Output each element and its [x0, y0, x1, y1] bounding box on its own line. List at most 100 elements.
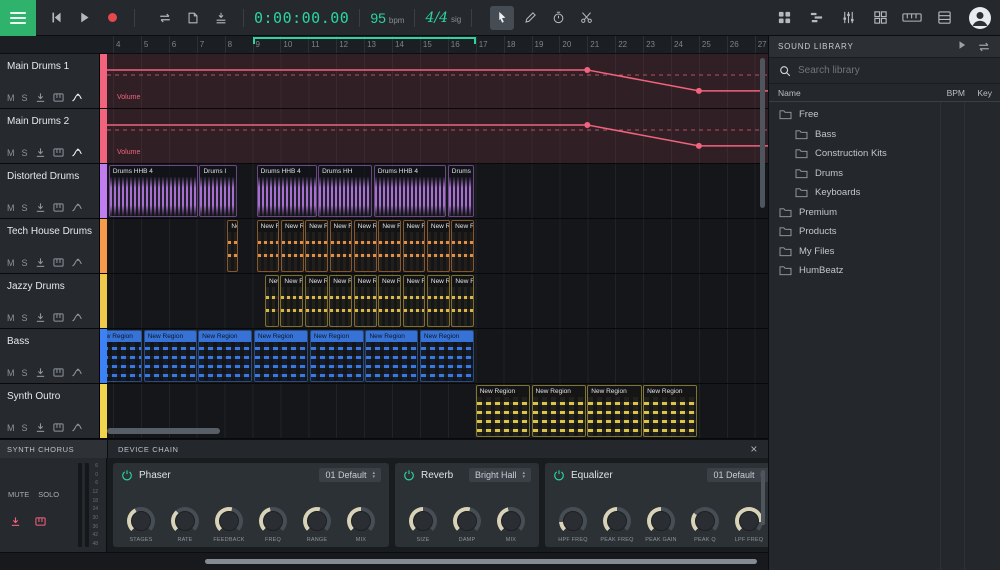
preset-select[interactable]: Bright Hall▴▾	[469, 468, 531, 482]
track-download-icon[interactable]	[35, 367, 46, 378]
library-play-small-icon[interactable]	[957, 40, 967, 54]
track-automation-icon[interactable]	[71, 312, 83, 323]
clip[interactable]: New Re	[257, 220, 280, 272]
automation-region[interactable]	[107, 54, 768, 108]
knob-peak-q[interactable]	[691, 507, 719, 535]
knob-rate[interactable]	[171, 507, 199, 535]
clip[interactable]: New Re	[427, 275, 450, 327]
clip[interactable]: New Re	[403, 275, 426, 327]
clip[interactable]: New Re	[329, 275, 352, 327]
loop-region[interactable]	[253, 37, 476, 39]
clip[interactable]: New Re	[427, 220, 450, 272]
track-header[interactable]: Synth OutroMS	[0, 384, 100, 438]
clip[interactable]: New Re	[330, 220, 353, 272]
clip[interactable]: Drums I	[199, 165, 237, 217]
horizontal-scrollbar-thumb[interactable]	[107, 428, 220, 434]
track-solo-button[interactable]: S	[22, 423, 28, 433]
preset-select[interactable]: 01 Default▴▾	[319, 468, 381, 482]
knob-stages[interactable]	[127, 507, 155, 535]
cycle-button[interactable]	[153, 6, 177, 30]
knob-feedback[interactable]	[215, 507, 243, 535]
track-download-icon[interactable]	[35, 92, 46, 103]
clip[interactable]: Drums HHB 4	[257, 165, 317, 217]
track-mute-button[interactable]: M	[7, 203, 15, 213]
track-automation-icon[interactable]	[71, 147, 83, 158]
track-solo-button[interactable]: S	[22, 148, 28, 158]
library-folder[interactable]: Construction Kits	[769, 144, 1000, 164]
knob-range[interactable]	[303, 507, 331, 535]
track-solo-button[interactable]: S	[22, 368, 28, 378]
mute-button[interactable]: MUTE	[8, 490, 29, 499]
library-cycle-icon[interactable]	[977, 40, 991, 54]
library-folder[interactable]: Products	[769, 222, 1000, 242]
clip[interactable]: New Re	[403, 220, 426, 272]
channel-download-icon[interactable]	[10, 516, 21, 527]
track-automation-icon[interactable]	[71, 257, 83, 268]
track-solo-button[interactable]: S	[22, 313, 28, 323]
clip[interactable]: New Region	[310, 330, 364, 382]
track-automation-icon[interactable]	[71, 92, 83, 103]
clip[interactable]: New Region	[532, 385, 586, 437]
menu-button[interactable]	[0, 0, 36, 36]
keyboard-button[interactable]	[900, 6, 924, 30]
track-mute-button[interactable]: M	[7, 423, 15, 433]
clip[interactable]: New Region	[476, 385, 530, 437]
track-mute-button[interactable]: M	[7, 148, 15, 158]
knob-lpf-freq[interactable]	[735, 507, 763, 535]
clip[interactable]: New Region	[365, 330, 418, 382]
knob-damp[interactable]	[453, 507, 481, 535]
track-piano-icon[interactable]	[53, 312, 64, 323]
track-lane[interactable]: NeNew ReNew ReNew ReNew ReNew ReNew ReNe…	[107, 219, 768, 273]
track-mute-button[interactable]: M	[7, 258, 15, 268]
modules-grid-button[interactable]	[868, 6, 892, 30]
track-lane[interactable]: Volume	[107, 54, 768, 108]
clip[interactable]: New Region	[254, 330, 308, 382]
track-download-icon[interactable]	[35, 312, 46, 323]
note-edit-button[interactable]	[181, 6, 205, 30]
clip[interactable]: Ne	[227, 220, 238, 272]
track-piano-icon[interactable]	[53, 367, 64, 378]
account-avatar[interactable]	[968, 6, 992, 30]
track-download-icon[interactable]	[35, 147, 46, 158]
library-folder[interactable]: Premium	[769, 203, 1000, 223]
clip[interactable]: New Re	[378, 275, 401, 327]
knob-freq[interactable]	[259, 507, 287, 535]
track-header[interactable]: Distorted DrumsMS	[0, 164, 100, 218]
search-input[interactable]	[798, 65, 990, 76]
track-automation-icon[interactable]	[71, 202, 83, 213]
clip[interactable]: New	[265, 275, 279, 327]
device-power-icon[interactable]	[553, 469, 565, 481]
clip[interactable]: New Re	[305, 220, 328, 272]
track-header[interactable]: BassMS	[0, 329, 100, 383]
clip[interactable]: New Re	[451, 275, 474, 327]
drum-pads-button[interactable]	[772, 6, 796, 30]
clip[interactable]: Drums HHB 4	[109, 165, 198, 217]
channel-piano-icon[interactable]	[35, 516, 46, 527]
track-header[interactable]: Main Drums 2MS	[0, 109, 100, 163]
track-piano-icon[interactable]	[53, 147, 64, 158]
clip[interactable]: New Re	[354, 220, 377, 272]
vertical-scrollbar-thumb[interactable]	[760, 58, 765, 208]
track-header[interactable]: Jazzy DrumsMS	[0, 274, 100, 328]
library-folder[interactable]: My Files	[769, 242, 1000, 262]
scissors-tool-button[interactable]	[574, 6, 598, 30]
library-folder[interactable]: Drums	[769, 164, 1000, 184]
library-folder[interactable]: Free	[769, 105, 1000, 125]
cursor-tool-button[interactable]	[490, 6, 514, 30]
track-solo-button[interactable]: S	[22, 93, 28, 103]
track-lane[interactable]: Volume	[107, 109, 768, 163]
track-mute-button[interactable]: M	[7, 93, 15, 103]
device-power-icon[interactable]	[403, 469, 415, 481]
clip[interactable]: Drums I	[448, 165, 474, 217]
close-icon[interactable]: ×	[750, 443, 758, 455]
knob-size[interactable]	[409, 507, 437, 535]
record-button[interactable]	[100, 6, 124, 30]
pencil-tool-button[interactable]	[518, 6, 542, 30]
library-folder[interactable]: Keyboards	[769, 183, 1000, 203]
track-piano-icon[interactable]	[53, 202, 64, 213]
clip[interactable]: New Re	[280, 275, 303, 327]
clip[interactable]: New Region	[107, 330, 142, 382]
track-lane[interactable]: New RegionNew RegionNew RegionNew Region…	[107, 329, 768, 383]
track-download-icon[interactable]	[35, 202, 46, 213]
clip[interactable]: New Re	[378, 220, 401, 272]
